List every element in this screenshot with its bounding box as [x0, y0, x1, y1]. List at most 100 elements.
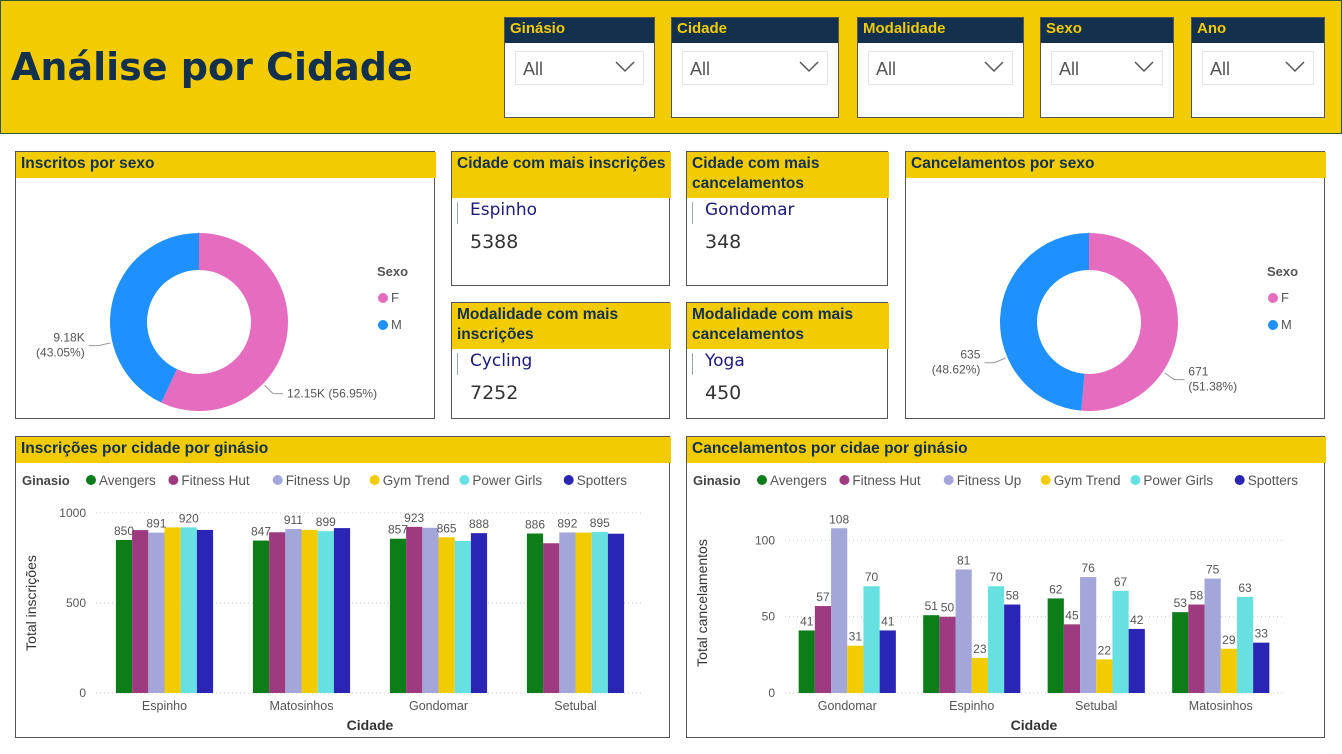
slicer-modalidade[interactable]: Modalidade All: [857, 17, 1024, 118]
legend-marker: [369, 475, 380, 485]
leader-line: [984, 357, 1006, 364]
bar-fitness-up: [831, 528, 848, 693]
bar-spotters: [1128, 628, 1145, 693]
x-tick-label: Setubal: [554, 699, 596, 713]
chevron-down-icon: [1285, 61, 1305, 73]
data-label: 58: [1190, 589, 1204, 603]
bar-gym-trend: [1220, 648, 1237, 693]
data-label: 50: [941, 601, 955, 615]
bar-spotters: [879, 630, 896, 693]
card-accent-line: [692, 202, 693, 224]
data-label: 42: [1130, 613, 1144, 627]
bar-power-girls: [180, 527, 197, 693]
slicer-dropdown[interactable]: All: [1202, 51, 1314, 85]
slicer-dropdown[interactable]: All: [868, 51, 1013, 85]
legend-marker: [86, 475, 96, 485]
slicer-sexo[interactable]: Sexo All: [1040, 17, 1174, 118]
chevron-down-icon: [615, 61, 635, 73]
slicer-dropdown[interactable]: All: [1051, 51, 1163, 85]
slicer-cidade[interactable]: Cidade All: [671, 17, 839, 118]
x-tick-label: Espinho: [142, 699, 187, 713]
slicer-label: Ano: [1192, 18, 1324, 43]
card-cidade-mais-inscricoes: Cidade com mais inscrições Espinho 5388: [451, 151, 671, 286]
header-bar: Análise por Cidade Ginásio All Cidade Al…: [0, 0, 1342, 134]
data-label: (43.05%): [36, 346, 85, 360]
slicer-label: Cidade: [672, 18, 838, 43]
x-tick-label: Matosinhos: [1189, 699, 1253, 713]
bar-spotters: [470, 533, 488, 693]
chevron-down-icon: [799, 61, 819, 73]
y-tick-label: 50: [762, 610, 776, 624]
bar-fitness-hut: [939, 616, 956, 693]
data-label: (48.62%): [932, 363, 981, 377]
data-label: 62: [1049, 582, 1063, 596]
slicer-ano[interactable]: Ano All: [1191, 17, 1325, 118]
bar-fitness-hut: [132, 530, 149, 693]
data-label: 635: [960, 348, 980, 362]
x-axis-title: Cidade: [1011, 717, 1058, 733]
bar-spotters: [1004, 604, 1021, 693]
x-tick-label: Gondomar: [818, 699, 877, 713]
data-label: 23: [973, 642, 987, 656]
legend-label: Gym Trend: [383, 473, 450, 488]
data-label: 67: [1114, 575, 1128, 589]
data-label: 33: [1255, 627, 1269, 641]
x-axis-title: Cidade: [347, 717, 394, 733]
bar-gym-trend: [1096, 659, 1113, 693]
bar-avengers: [252, 540, 270, 693]
legend-label: Avengers: [99, 473, 156, 488]
bar-gym-trend: [971, 657, 988, 693]
legend-label: Fitness Hut: [852, 473, 921, 488]
legend-marker: [563, 475, 574, 485]
y-tick-label: 0: [79, 686, 86, 700]
bar-gym-trend: [847, 645, 864, 693]
card-title: Modalidade com mais inscrições: [452, 303, 671, 349]
legend-title: Ginasio: [693, 473, 741, 488]
donut-chart-cancelamentos: 671(51.38%) 635(48.62%) Sexo FM: [932, 233, 1298, 411]
card-value: 348: [705, 231, 742, 253]
card-name: Cycling: [470, 351, 533, 371]
bar-fitness-up: [955, 569, 972, 693]
legend-marker: [1130, 475, 1141, 485]
data-label: 70: [865, 570, 879, 584]
bar-spotters: [607, 533, 625, 693]
legend-label: M: [1281, 317, 1292, 332]
leader-line: [1164, 372, 1185, 381]
card-title: Cidade com mais cancelamentos: [687, 152, 889, 198]
legend-label: M: [391, 317, 402, 332]
legend-marker: [1040, 475, 1051, 485]
data-label: 81: [957, 553, 971, 567]
data-label: 923: [404, 511, 424, 525]
slicer-value: All: [876, 59, 897, 79]
y-tick-label: 0: [768, 686, 775, 700]
bar-spotters: [1253, 642, 1270, 693]
slicer-ginasio[interactable]: Ginásio All: [504, 17, 655, 118]
slicer-value: All: [1210, 59, 1231, 79]
legend-marker: [839, 475, 850, 485]
legend-label: Power Girls: [1143, 473, 1213, 488]
data-label: 70: [989, 570, 1003, 584]
card-modalidade-mais-inscricoes: Modalidade com mais inscrições Cycling 7…: [451, 302, 671, 419]
card-name: Espinho: [470, 200, 538, 220]
bar-power-girls: [863, 586, 880, 693]
panel-title: Cancelamentos por sexo: [906, 152, 1326, 178]
bar-fitness-hut: [269, 532, 286, 693]
slicer-dropdown[interactable]: All: [682, 51, 828, 85]
card-accent-line: [692, 353, 693, 375]
data-label: 888: [469, 517, 489, 531]
card-accent-line: [457, 202, 458, 224]
legend-label: Fitness Hut: [181, 473, 250, 488]
y-tick-label: 1000: [59, 506, 86, 520]
data-label: 51: [925, 599, 939, 613]
bar-fitness-hut: [814, 606, 832, 693]
data-label: 22: [1098, 643, 1112, 657]
bar-chart-cancelamentos: Ginasio Avengers Fitness Hut Fitness Up Gym …: [693, 473, 1298, 733]
bar-power-girls: [987, 586, 1005, 693]
card-title: Cidade com mais inscrições: [452, 152, 671, 198]
bar-avengers: [1047, 598, 1064, 693]
data-label: 29: [1222, 633, 1236, 647]
bar-gym-trend: [438, 537, 455, 693]
slicer-dropdown[interactable]: All: [515, 51, 644, 85]
bar-fitness-up: [285, 529, 302, 693]
legend-label: Fitness Up: [957, 473, 1022, 488]
